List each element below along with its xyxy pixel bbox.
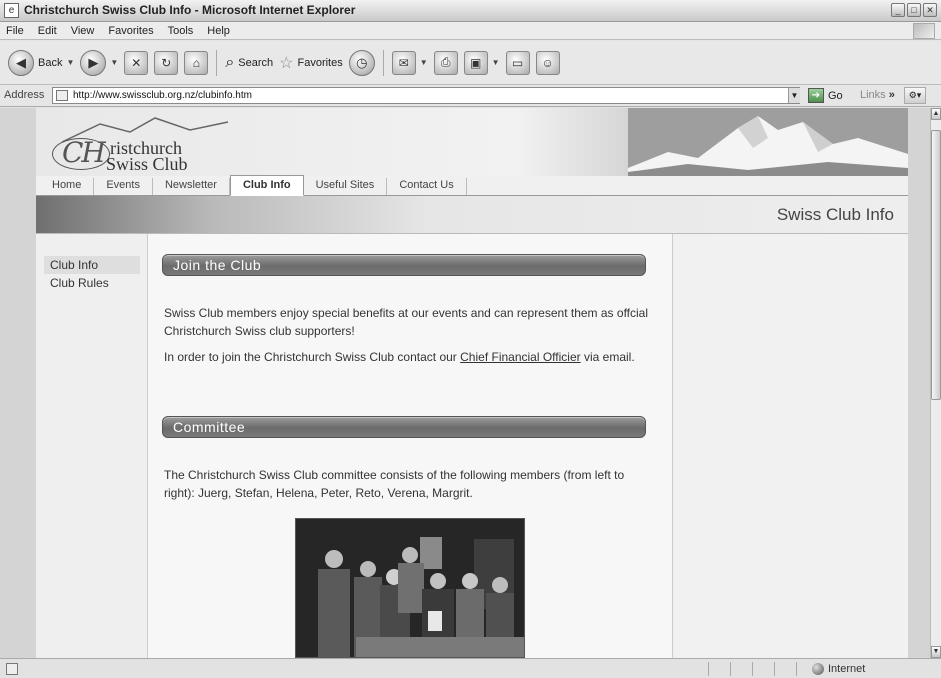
mountain-image bbox=[628, 108, 908, 176]
site-nav-tabs: Home Events Newsletter Club Info Useful … bbox=[36, 175, 908, 196]
cfo-email-link[interactable]: Chief Financial Officier bbox=[460, 350, 581, 364]
page-status-icon bbox=[6, 663, 18, 675]
edit-button[interactable]: ▣ ▼ bbox=[463, 50, 500, 75]
scroll-down-icon[interactable]: ▼ bbox=[931, 646, 941, 658]
discuss-icon[interactable]: ▭ bbox=[505, 50, 530, 75]
address-input[interactable]: http://www.swissclub.org.nz/clubinfo.htm bbox=[52, 87, 800, 104]
website: CH ristchurch Swiss Club Home Events New… bbox=[36, 108, 908, 658]
minimize-button[interactable]: _ bbox=[891, 3, 905, 17]
maximize-button[interactable]: □ bbox=[907, 3, 921, 17]
forward-arrow-icon: ▶ bbox=[80, 49, 107, 76]
forward-dropdown-icon[interactable]: ▼ bbox=[110, 58, 118, 67]
windows-logo-icon bbox=[913, 23, 935, 39]
menu-tools[interactable]: Tools bbox=[168, 25, 194, 37]
mail-button[interactable]: ✉ ▼ bbox=[391, 50, 428, 75]
go-arrow-icon: ➔ bbox=[808, 88, 824, 103]
window-title: Christchurch Swiss Club Info - Microsoft… bbox=[24, 3, 356, 17]
tab-contact-us[interactable]: Contact Us bbox=[387, 178, 467, 195]
address-label: Address bbox=[4, 89, 45, 101]
page-viewport: CH ristchurch Swiss Club Home Events New… bbox=[0, 108, 930, 658]
scroll-thumb[interactable] bbox=[931, 130, 941, 400]
browser-window: e Christchurch Swiss Club Info - Microso… bbox=[0, 0, 941, 678]
back-label: Back bbox=[38, 56, 63, 69]
main-content: Join the Club Swiss Club members enjoy s… bbox=[148, 234, 672, 658]
committee-section-title: Committee bbox=[173, 419, 246, 435]
club-logo[interactable]: CH ristchurch Swiss Club bbox=[46, 114, 246, 174]
menu-help[interactable]: Help bbox=[207, 25, 230, 37]
go-label: Go bbox=[828, 89, 843, 102]
scroll-up-icon[interactable]: ▲ bbox=[931, 108, 941, 120]
edit-dropdown-icon[interactable]: ▼ bbox=[492, 58, 500, 67]
search-icon: ⌕ bbox=[225, 53, 235, 71]
menu-edit[interactable]: Edit bbox=[38, 25, 57, 37]
mail-dropdown-icon[interactable]: ▼ bbox=[420, 58, 428, 67]
vertical-scrollbar[interactable]: ▲ ▼ bbox=[930, 108, 941, 658]
tab-useful-sites[interactable]: Useful Sites bbox=[304, 178, 388, 195]
status-bar: Internet bbox=[0, 658, 941, 678]
leftnav-club-info[interactable]: Club Info bbox=[44, 256, 140, 274]
home-icon[interactable]: ⌂ bbox=[184, 50, 209, 75]
back-dropdown-icon[interactable]: ▼ bbox=[66, 58, 74, 67]
committee-photo-image bbox=[296, 519, 524, 657]
address-bar: Address http://www.swissclub.org.nz/club… bbox=[0, 85, 941, 107]
join-section-header: Join the Club bbox=[162, 254, 646, 276]
search-label: Search bbox=[238, 56, 274, 69]
favorites-button[interactable]: ☆ Favorites bbox=[279, 53, 343, 73]
close-button[interactable]: ✕ bbox=[923, 3, 937, 17]
tab-club-info[interactable]: Club Info bbox=[229, 175, 304, 196]
join-paragraph-1: Swiss Club members enjoy special benefit… bbox=[164, 306, 649, 338]
logo-text-swiss-club: Swiss Club bbox=[106, 154, 188, 174]
title-bar: e Christchurch Swiss Club Info - Microso… bbox=[0, 0, 941, 22]
security-zone: Internet bbox=[812, 663, 865, 675]
committee-photo bbox=[295, 518, 525, 658]
tab-home[interactable]: Home bbox=[40, 178, 95, 195]
extensions-icon[interactable]: ⚙▾ bbox=[904, 87, 926, 104]
print-icon[interactable]: ⎙ bbox=[433, 50, 458, 75]
back-arrow-icon: ◀ bbox=[8, 49, 34, 76]
site-header: CH ristchurch Swiss Club bbox=[36, 108, 908, 176]
mail-icon: ✉ bbox=[391, 50, 416, 75]
globe-icon bbox=[812, 663, 824, 675]
logo-ch-mark: CH bbox=[62, 136, 106, 169]
search-button[interactable]: ⌕ Search bbox=[225, 54, 273, 72]
join-paragraph-2: In order to join the Christchurch Swiss … bbox=[164, 348, 654, 366]
favorites-star-icon: ☆ bbox=[279, 54, 294, 72]
menu-file[interactable]: File bbox=[6, 25, 24, 37]
links-button[interactable]: Links » bbox=[860, 89, 895, 101]
history-icon[interactable]: ◷ bbox=[348, 49, 375, 76]
back-button[interactable]: ◀ Back ▼ bbox=[8, 49, 74, 76]
join-section-title: Join the Club bbox=[173, 257, 262, 273]
menu-view[interactable]: View bbox=[71, 25, 95, 37]
left-sidebar: Club Info Club Rules bbox=[36, 234, 148, 658]
links-label: Links bbox=[860, 89, 886, 101]
refresh-icon[interactable]: ↻ bbox=[154, 50, 179, 75]
address-dropdown-icon[interactable]: ▼ bbox=[788, 88, 800, 103]
tab-events[interactable]: Events bbox=[94, 178, 153, 195]
right-sidebar bbox=[672, 234, 908, 658]
leftnav-club-rules[interactable]: Club Rules bbox=[44, 274, 140, 292]
zone-label: Internet bbox=[828, 663, 866, 675]
committee-section-header: Committee bbox=[162, 416, 646, 438]
menu-bar: File Edit View Favorites Tools Help bbox=[0, 22, 941, 40]
stop-icon[interactable]: ✕ bbox=[124, 50, 149, 75]
page-header-strip: Swiss Club Info bbox=[36, 196, 908, 234]
standard-toolbar: ◀ Back ▼ ▶ ▼ ✕ ↻ ⌂ ⌕ Search ☆ Favorites … bbox=[0, 41, 941, 85]
favorites-label: Favorites bbox=[297, 56, 343, 69]
page-icon bbox=[56, 90, 68, 101]
go-button[interactable]: ➔ Go bbox=[808, 88, 843, 103]
forward-button[interactable]: ▶ ▼ bbox=[80, 49, 118, 76]
page-title: Swiss Club Info bbox=[776, 205, 894, 224]
messenger-icon[interactable]: ☺ bbox=[535, 50, 560, 75]
menu-favorites[interactable]: Favorites bbox=[108, 25, 153, 37]
join-p2-text-after: via email. bbox=[580, 350, 635, 364]
ie-page-icon: e bbox=[4, 3, 19, 18]
tab-newsletter[interactable]: Newsletter bbox=[153, 178, 230, 195]
edit-icon: ▣ bbox=[463, 50, 488, 75]
join-p2-text-before: In order to join the Christchurch Swiss … bbox=[164, 350, 461, 364]
left-nav: Club Info Club Rules bbox=[44, 256, 140, 292]
address-url: http://www.swissclub.org.nz/clubinfo.htm bbox=[73, 90, 252, 101]
committee-paragraph: The Christchurch Swiss Club committee co… bbox=[164, 468, 625, 500]
